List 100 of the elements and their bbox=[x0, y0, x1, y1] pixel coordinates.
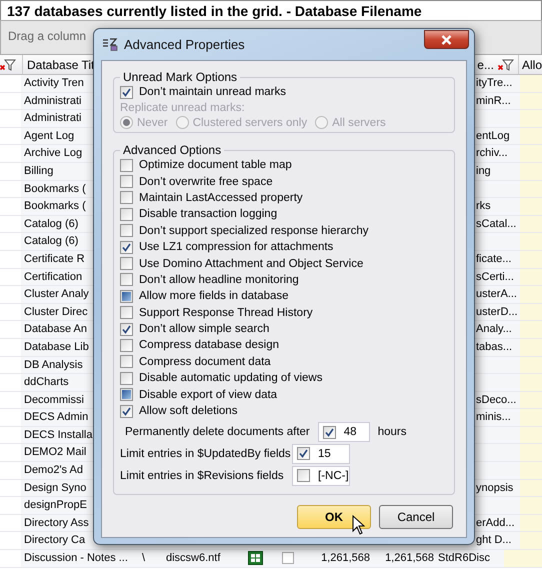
checkbox[interactable] bbox=[120, 322, 133, 336]
table-cell-text: discsw6.ntf bbox=[166, 551, 220, 566]
cancel-button[interactable]: Cancel bbox=[379, 505, 453, 529]
unit-label: hours bbox=[378, 426, 407, 438]
table-cell bbox=[520, 374, 542, 391]
table-cell-text: DB Analysis bbox=[24, 358, 83, 372]
table-cell-text: Cluster Direc bbox=[24, 304, 88, 320]
checkbox[interactable] bbox=[120, 372, 133, 385]
table-cell bbox=[520, 268, 542, 286]
checkbox-label: Allow more fields in database bbox=[139, 290, 289, 302]
table-cell bbox=[520, 514, 542, 532]
table-cell bbox=[520, 250, 542, 268]
table-cell-text: tabas... bbox=[476, 340, 512, 355]
checkbox-label: Maintain LastAccessed property bbox=[139, 192, 303, 204]
table-cell-text: Catalog (6) bbox=[24, 234, 78, 250]
checkbox-label: Compress document data bbox=[139, 356, 271, 368]
column-header[interactable]: e... bbox=[477, 58, 494, 72]
radio-label: Never bbox=[137, 116, 168, 129]
properties-icon bbox=[102, 38, 118, 51]
mouse-pointer-icon bbox=[352, 515, 365, 535]
table-cell-text: 1,261,568 bbox=[385, 551, 434, 566]
table-cell-text: ficate... bbox=[476, 252, 512, 267]
table-cell bbox=[520, 409, 542, 426]
table-cell bbox=[520, 233, 542, 250]
table-cell bbox=[520, 480, 542, 496]
ok-button[interactable]: OK bbox=[297, 505, 371, 529]
field-label: Limit entries in $UpdatedBy fields bbox=[120, 448, 292, 460]
table-cell-text: ght D... bbox=[476, 533, 512, 548]
checkbox-label: Compress database design bbox=[139, 339, 279, 352]
radio-label: All servers bbox=[332, 116, 386, 129]
table-cell bbox=[520, 304, 542, 320]
filter-icon[interactable] bbox=[0, 58, 16, 70]
table-cell-text: minR... bbox=[476, 94, 511, 109]
table-cell-text: Certificate R bbox=[24, 252, 85, 267]
table-cell bbox=[520, 286, 542, 303]
input-field[interactable]: 15 bbox=[292, 444, 350, 464]
table-cell bbox=[520, 198, 542, 215]
table-cell-text: DEMO2 Mail bbox=[24, 445, 86, 460]
checkbox-label: Use Domino Attachment and Object Service bbox=[139, 258, 364, 270]
checkbox-label: Don’t maintain unread marks bbox=[139, 86, 286, 98]
table-cell-text: ddCharts bbox=[24, 375, 69, 390]
checkbox[interactable] bbox=[297, 447, 310, 460]
table-cell-text: ityTre... bbox=[476, 76, 512, 91]
checkbox[interactable] bbox=[120, 306, 133, 320]
table-cell-text: 1,261,568 bbox=[321, 551, 370, 566]
checkbox[interactable] bbox=[120, 175, 133, 188]
close-button[interactable] bbox=[424, 30, 469, 49]
close-icon bbox=[441, 34, 452, 44]
dialog-title: Advanced Properties bbox=[124, 37, 245, 52]
table-cell-text: Discussion - Notes ... bbox=[24, 551, 128, 566]
filter-icon[interactable] bbox=[498, 58, 514, 70]
table-cell-text: Catalog (6) bbox=[24, 216, 78, 232]
checkbox[interactable] bbox=[120, 240, 133, 254]
checkbox[interactable] bbox=[282, 552, 294, 564]
group-hint: Drag a column bbox=[8, 29, 86, 43]
checkbox-label: Optimize document table map bbox=[139, 159, 292, 172]
table-cell-text: Activity Tren bbox=[24, 76, 84, 91]
checkbox[interactable] bbox=[120, 208, 133, 221]
input-field[interactable]: [-NC-] bbox=[292, 466, 350, 486]
checkbox[interactable] bbox=[120, 355, 133, 368]
checkbox[interactable] bbox=[120, 191, 133, 204]
checkbox[interactable] bbox=[120, 338, 133, 352]
table-cell-text: \ bbox=[142, 551, 146, 566]
field-label: Limit entries in $Revisions fields bbox=[120, 470, 285, 482]
table-cell bbox=[520, 180, 542, 198]
table-cell-text: usterD... bbox=[476, 304, 518, 320]
table-cell-text: Database Lib bbox=[24, 340, 89, 355]
table-cell bbox=[504, 550, 542, 567]
table-cell-text: Bookmarks ( bbox=[24, 199, 86, 214]
table-cell bbox=[520, 216, 542, 232]
table-cell bbox=[520, 110, 542, 127]
table-cell bbox=[520, 426, 542, 444]
table-cell-text: Decommissi bbox=[24, 392, 84, 408]
table-cell-text: Design Syno bbox=[24, 480, 86, 496]
table-cell-text: rks bbox=[476, 199, 491, 214]
table-cell-text: sCerti... bbox=[476, 270, 514, 285]
checkbox-label: Don’t allow headline monitoring bbox=[139, 274, 299, 286]
table-cell bbox=[520, 145, 542, 162]
checkbox-label: Don’t support specialized response hierarchy bbox=[139, 224, 368, 237]
table-cell bbox=[520, 532, 542, 550]
table-cell-text: Cluster Analy bbox=[24, 287, 89, 302]
checkbox-label: Use LZ1 compression for attachments bbox=[139, 241, 334, 254]
checkbox[interactable] bbox=[297, 469, 310, 482]
column-header[interactable]: Allo bbox=[522, 58, 542, 72]
table-cell bbox=[520, 444, 542, 462]
checkbox[interactable] bbox=[120, 273, 133, 286]
title-bar: 137 databases currently listed in the grid. - Database Filename bbox=[0, 0, 542, 20]
table-cell-text: entLog bbox=[476, 128, 510, 144]
table-cell-text: Directory Ass bbox=[24, 516, 89, 531]
table-cell bbox=[520, 92, 542, 110]
checkbox[interactable] bbox=[322, 426, 336, 439]
checkbox[interactable] bbox=[120, 224, 133, 238]
checkbox[interactable] bbox=[120, 404, 133, 418]
table-cell-text: Analy... bbox=[476, 322, 512, 338]
row-header[interactable] bbox=[0, 75, 21, 92]
table-cell-text: erAdd... bbox=[476, 516, 515, 531]
checkbox[interactable] bbox=[120, 257, 133, 270]
table-cell-text: Archive Log bbox=[24, 146, 82, 162]
checkbox[interactable] bbox=[120, 158, 133, 172]
input-field[interactable]: 48 bbox=[318, 422, 370, 442]
